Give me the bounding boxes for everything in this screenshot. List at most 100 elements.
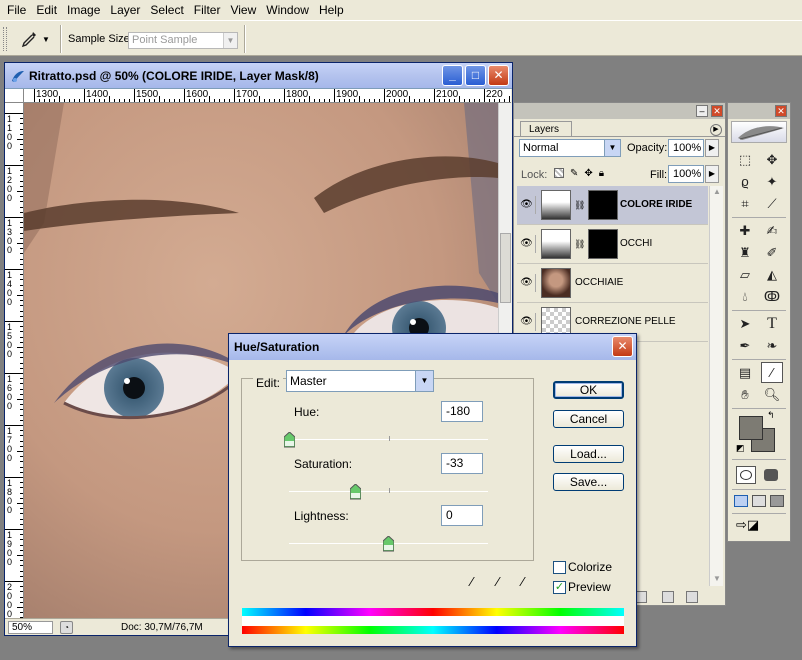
tool-preset-picker[interactable]: ▼	[20, 28, 56, 50]
tools-panel-header[interactable]: ✕	[728, 103, 790, 119]
load-button[interactable]: Load...	[553, 445, 624, 463]
new-layer-icon[interactable]	[662, 591, 674, 603]
trash-icon[interactable]	[686, 591, 698, 603]
vertical-ruler[interactable]: 1100 1200 1300 1400 1500 1600 1700 1800 1900 2000	[5, 103, 24, 618]
document-titlebar[interactable]: Ritratto.psd @ 50% (COLORE IRIDE, Layer …	[5, 63, 512, 89]
edit-select[interactable]: Master ▼	[286, 370, 434, 392]
screen-mode-standard-icon[interactable]	[734, 495, 748, 507]
blend-mode-select[interactable]: Normal ▼	[519, 139, 621, 157]
lightness-slider-thumb[interactable]	[383, 536, 394, 552]
eye-icon[interactable]: 👁︎	[518, 313, 536, 331]
menu-view[interactable]: View	[225, 0, 261, 20]
tool-brush[interactable]: ✍	[761, 220, 783, 241]
tool-eyedropper[interactable]: ⁄	[761, 362, 783, 383]
hue-input[interactable]: -180	[441, 401, 483, 422]
eye-icon[interactable]: 👁︎	[518, 235, 536, 253]
status-menu-icon[interactable]: ◔	[60, 621, 73, 634]
dialog-titlebar[interactable]: Hue/Saturation ✕	[229, 334, 636, 360]
tool-notes[interactable]: ▤	[734, 362, 756, 383]
layers-scrollbar[interactable]: ▲ ▼	[709, 186, 723, 586]
tool-slice[interactable]: ⟋	[761, 193, 783, 214]
quick-mask-button[interactable]	[761, 466, 781, 484]
ok-button[interactable]: OK	[553, 381, 624, 399]
minimize-button[interactable]: –	[696, 105, 708, 117]
subtract-from-sample-button[interactable]: ⁄	[514, 574, 532, 592]
tool-blur[interactable]: 💧︎	[734, 286, 756, 307]
ruler-origin[interactable]	[5, 89, 24, 103]
fill-slider-arrow[interactable]: ▶	[705, 165, 719, 183]
cancel-button[interactable]: Cancel	[553, 410, 624, 428]
sample-size-select[interactable]: Point Sample ▼	[128, 32, 238, 49]
scroll-up-icon[interactable]: ▲	[713, 187, 721, 196]
link-chain-icon[interactable]: ⛓︎	[574, 200, 585, 211]
menu-image[interactable]: Image	[62, 0, 105, 20]
tool-type[interactable]: T	[761, 313, 783, 334]
zoom-field[interactable]: 50%	[8, 621, 53, 634]
screen-mode-full-menu-icon[interactable]	[752, 495, 766, 507]
saturation-input[interactable]: -33	[441, 453, 483, 474]
tool-custom-shape[interactable]: ❧	[761, 335, 783, 356]
add-to-sample-button[interactable]: ⁄	[489, 574, 507, 592]
tool-crop[interactable]: ⌗	[734, 193, 756, 214]
eyedropper-button[interactable]: ⁄	[463, 574, 481, 592]
tool-move[interactable]: ✥	[761, 149, 783, 170]
menu-window[interactable]: Window	[261, 0, 314, 20]
link-chain-icon[interactable]: ⛓︎	[574, 239, 585, 250]
lock-all-icon[interactable]: 🔒︎	[599, 168, 604, 179]
tool-path-selection[interactable]: ➤	[734, 313, 756, 334]
tool-lasso[interactable]: ϱ	[734, 171, 756, 192]
fill-field[interactable]: 100%	[668, 165, 704, 183]
layer-row-occhi[interactable]: 👁︎ ⛓︎ OCCHI	[517, 225, 708, 264]
lightness-input[interactable]: 0	[441, 505, 483, 526]
tool-pen[interactable]: ✒	[734, 335, 756, 356]
close-button[interactable]: ✕	[488, 65, 509, 86]
tool-history-brush[interactable]: ✐	[761, 242, 783, 263]
swap-colors-icon[interactable]: ↰	[767, 410, 775, 421]
tab-layers[interactable]: Layers	[520, 121, 572, 137]
foreground-color-swatch[interactable]	[739, 416, 763, 440]
lock-pixels-icon[interactable]: ✎	[570, 168, 578, 179]
dialog-close-button[interactable]: ✕	[612, 336, 633, 357]
menu-file[interactable]: File	[2, 0, 31, 20]
maximize-button[interactable]: □	[465, 65, 486, 86]
eye-icon[interactable]: 👁︎	[518, 196, 536, 214]
standard-mode-button[interactable]	[736, 466, 756, 484]
lock-transparency-icon[interactable]	[554, 168, 564, 178]
minimize-button[interactable]: _	[442, 65, 463, 86]
options-bar-grip[interactable]	[3, 27, 7, 51]
layer-mask-thumbnail[interactable]	[588, 190, 618, 220]
layer-row-colore-iride[interactable]: 👁︎ ⛓︎ COLORE IRIDE	[517, 186, 708, 225]
colorize-checkbox[interactable]	[553, 561, 566, 574]
opacity-slider-arrow[interactable]: ▶	[705, 139, 719, 157]
lock-position-icon[interactable]: ✥	[584, 168, 592, 179]
screen-mode-full-icon[interactable]	[770, 495, 784, 507]
tool-dodge[interactable]: ↂ	[761, 286, 783, 307]
tool-eraser[interactable]: ▱	[734, 264, 756, 285]
close-button[interactable]: ✕	[711, 105, 723, 117]
panel-menu-icon[interactable]: ▶	[710, 124, 722, 136]
adobe-feather-icon[interactable]	[731, 121, 787, 143]
layer-row-occhiaie[interactable]: 👁︎ OCCHIAIE	[517, 264, 708, 303]
hue-slider-thumb[interactable]	[283, 432, 295, 448]
preview-checkbox[interactable]: ✓	[553, 581, 566, 594]
jump-to-imageready-button[interactable]: ⇨◪	[736, 517, 782, 535]
scroll-down-icon[interactable]: ▼	[713, 574, 721, 583]
close-button[interactable]: ✕	[775, 105, 787, 117]
eye-icon[interactable]: 👁︎	[518, 274, 536, 292]
menu-help[interactable]: Help	[314, 0, 349, 20]
tool-hand[interactable]: ✋︎	[734, 384, 756, 405]
tool-zoom[interactable]: 🔍︎	[761, 384, 783, 405]
tool-clone-stamp[interactable]: ♜	[734, 242, 756, 263]
tool-paint-bucket[interactable]: ◭	[761, 264, 783, 285]
menu-layer[interactable]: Layer	[105, 0, 145, 20]
default-colors-icon[interactable]: ◩	[736, 443, 745, 454]
tool-magic-wand[interactable]: ✦	[761, 171, 783, 192]
layers-panel-header[interactable]: – ✕	[514, 103, 725, 119]
tool-rect-marquee[interactable]: ⬚	[734, 149, 756, 170]
tool-healing-brush[interactable]: ✚	[734, 220, 756, 241]
horizontal-ruler[interactable]: 1300 1400 1500 1600 1700 1800 1900 2000 2100 220	[24, 89, 511, 103]
opacity-field[interactable]: 100%	[668, 139, 704, 157]
menu-filter[interactable]: Filter	[189, 0, 226, 20]
scrollbar-thumb[interactable]	[500, 233, 511, 303]
saturation-slider-thumb[interactable]	[350, 484, 362, 500]
